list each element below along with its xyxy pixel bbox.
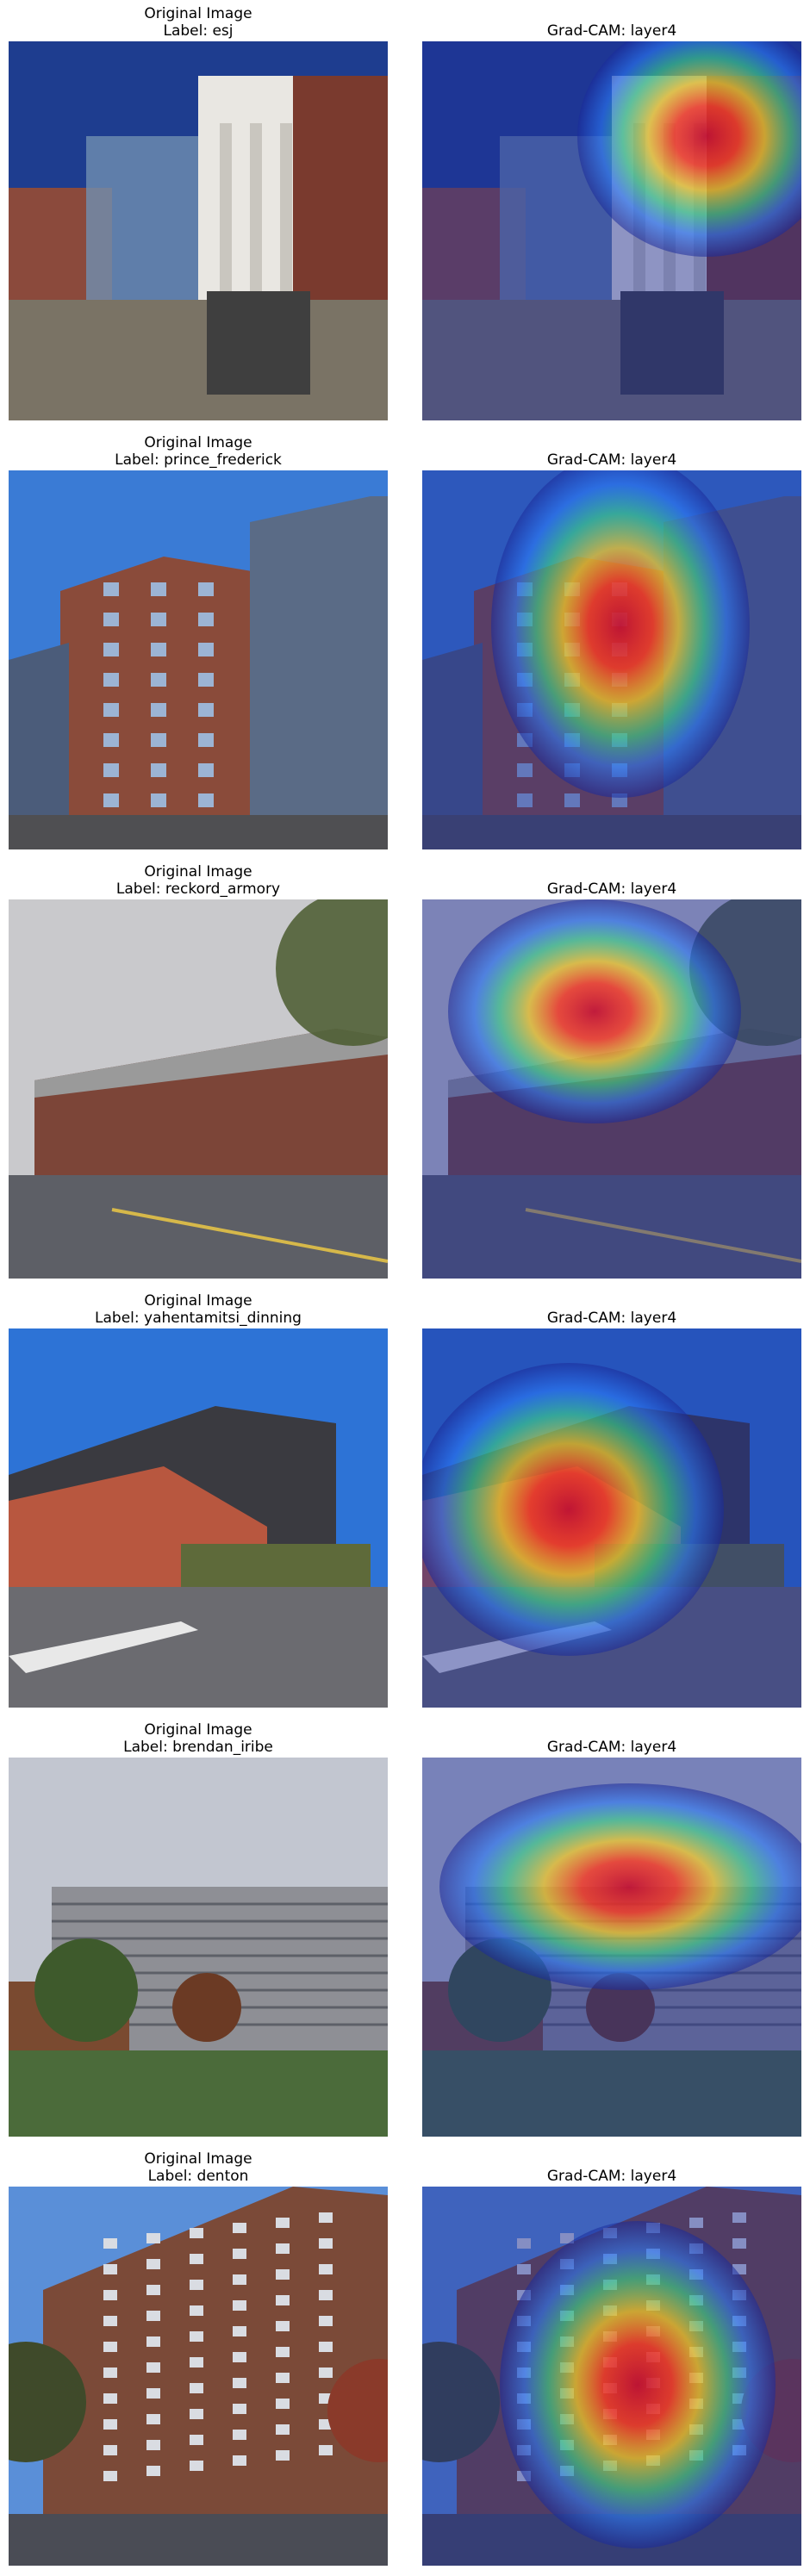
gradcam-heatmap-image	[422, 2187, 801, 2566]
original-title: Original Image	[144, 434, 252, 451]
original-title: Original Image	[144, 5, 252, 22]
original-cell: Original Image Label: yahentamitsi_dinni…	[9, 1287, 388, 1716]
original-image	[9, 1328, 388, 1708]
gradcam-cell: Grad-CAM: layer4	[422, 0, 801, 429]
label-text: Label: prince_frederick	[115, 451, 282, 469]
gradcam-cell: Grad-CAM: layer4	[422, 2145, 801, 2574]
gradcam-cell: Grad-CAM: layer4	[422, 1287, 801, 1716]
heatmap-hotspot	[422, 1363, 724, 1656]
heatmap-svg	[422, 41, 801, 420]
original-title: Original Image	[144, 863, 252, 880]
photo-svg	[9, 899, 388, 1279]
heatmap-hotspot	[448, 899, 741, 1123]
photo-svg	[9, 2187, 388, 2566]
original-title: Original Image	[144, 2150, 252, 2168]
gradcam-title: Grad-CAM: layer4	[546, 1310, 677, 1327]
gradcam-heatmap-image	[422, 1328, 801, 1708]
gradcam-heatmap-image	[422, 41, 801, 420]
gradcam-title: Grad-CAM: layer4	[546, 22, 677, 40]
label-text: Label: yahentamitsi_dinning	[95, 1310, 302, 1327]
original-image	[9, 1758, 388, 2137]
original-image	[9, 899, 388, 1279]
gradcam-cell: Grad-CAM: layer4	[422, 858, 801, 1287]
original-image	[9, 2187, 388, 2566]
row-6: Original Image Label: denton Grad-CAM: l…	[0, 2145, 810, 2574]
original-title: Original Image	[144, 1721, 252, 1739]
label-text: Label: reckord_armory	[115, 880, 281, 898]
heatmap-svg	[422, 2187, 801, 2566]
gradcam-title: Grad-CAM: layer4	[546, 451, 677, 469]
label-text: Label: brendan_iribe	[123, 1739, 273, 1756]
heatmap-svg	[422, 470, 801, 849]
row-4: Original Image Label: yahentamitsi_dinni…	[0, 1287, 810, 1716]
original-cell: Original Image Label: brendan_iribe	[9, 1716, 388, 2145]
heatmap-svg	[422, 1758, 801, 2137]
row-1: Original Image Label: esj Grad-CAM: laye…	[0, 0, 810, 429]
gradcam-title: Grad-CAM: layer4	[546, 880, 677, 898]
gradcam-heatmap-image	[422, 1758, 801, 2137]
row-2: Original Image Label: prince_frederick G…	[0, 429, 810, 858]
row-5: Original Image Label: brendan_iribe Grad…	[0, 1716, 810, 2145]
photo-svg	[9, 470, 388, 849]
gradcam-title: Grad-CAM: layer4	[546, 2168, 677, 2185]
original-title: Original Image	[144, 1292, 252, 1310]
original-cell: Original Image Label: esj	[9, 0, 388, 429]
original-image	[9, 470, 388, 849]
photo-svg	[9, 41, 388, 420]
gradcam-cell: Grad-CAM: layer4	[422, 1716, 801, 2145]
heatmap-svg	[422, 1328, 801, 1708]
original-cell: Original Image Label: prince_frederick	[9, 429, 388, 858]
heatmap-hotspot	[500, 2221, 776, 2548]
heatmap-svg	[422, 899, 801, 1279]
label-text: Label: denton	[147, 2168, 249, 2185]
photo-svg	[9, 1758, 388, 2137]
original-image	[9, 41, 388, 420]
gradcam-cell: Grad-CAM: layer4	[422, 429, 801, 858]
gradcam-heatmap-image	[422, 470, 801, 849]
original-cell: Original Image Label: reckord_armory	[9, 858, 388, 1287]
row-3: Original Image Label: reckord_armory Gra…	[0, 858, 810, 1287]
photo-svg	[9, 1328, 388, 1708]
gradcam-title: Grad-CAM: layer4	[546, 1739, 677, 1756]
gradcam-heatmap-image	[422, 899, 801, 1279]
heatmap-hotspot	[439, 1783, 801, 1990]
label-text: Label: esj	[163, 22, 234, 40]
original-cell: Original Image Label: denton	[9, 2145, 388, 2574]
